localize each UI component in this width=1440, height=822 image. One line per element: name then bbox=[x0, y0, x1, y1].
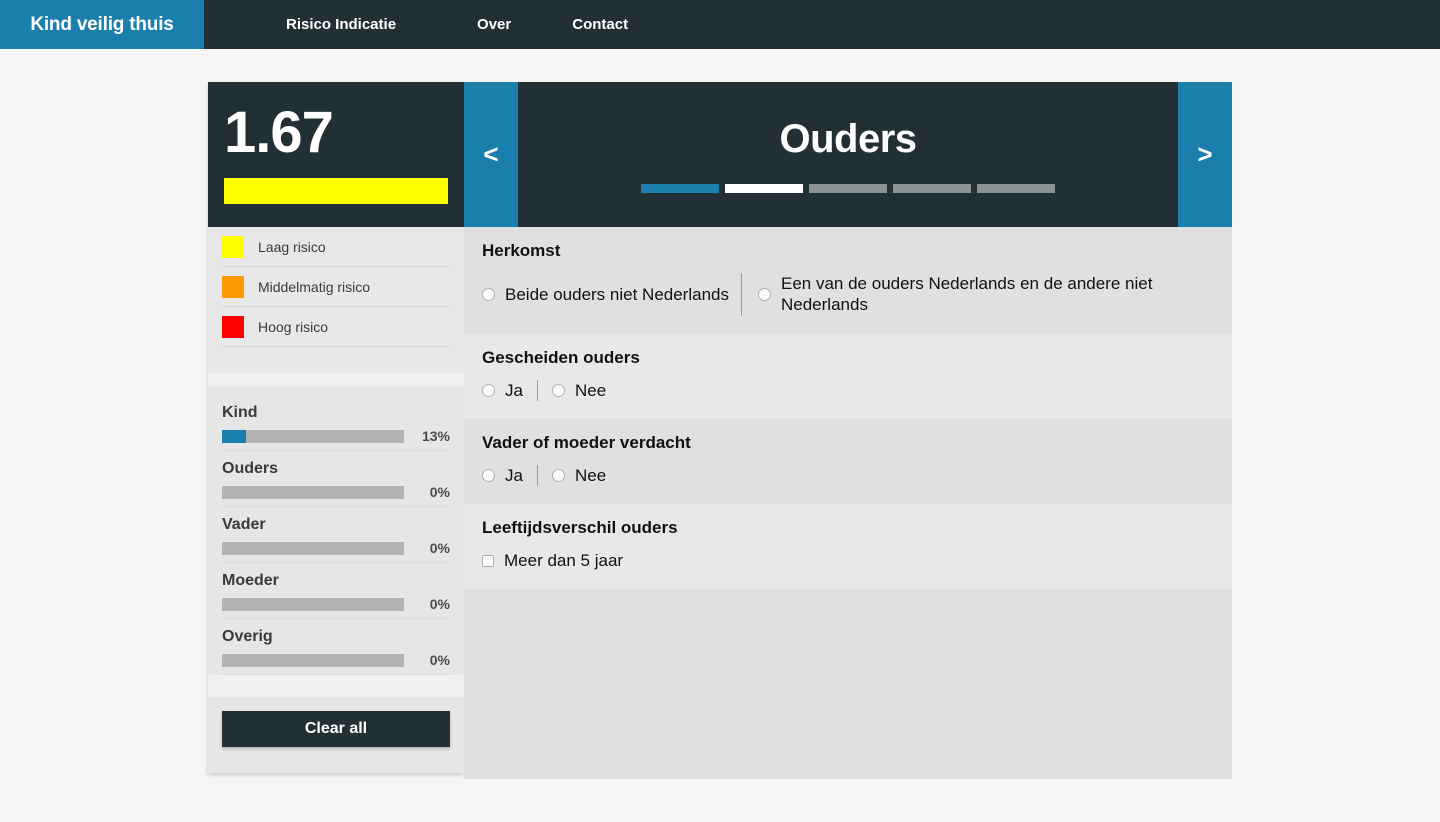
clear-all-button[interactable]: Clear all bbox=[222, 711, 450, 747]
checkbox-icon[interactable] bbox=[482, 554, 494, 567]
option-gescheiden-ouders-nee[interactable]: Nee bbox=[551, 380, 607, 401]
legend-label-middelmatig: Middelmatig risico bbox=[258, 278, 371, 295]
nav-link-contact[interactable]: Contact bbox=[572, 16, 628, 33]
option-label: Een van de ouders Nederlands en de ander… bbox=[781, 274, 1153, 315]
option-label: Meer dan 5 jaar bbox=[504, 551, 624, 570]
option-herkomst-een-van-de-ouders-nederlands[interactable]: Een van de ouders Nederlands en de ander… bbox=[758, 273, 1178, 316]
header-center: Ouders bbox=[518, 82, 1178, 227]
next-step-button[interactable]: > bbox=[1178, 82, 1232, 227]
progress-track-moeder bbox=[222, 597, 404, 611]
section-title: Ouders bbox=[779, 116, 917, 161]
progress-fill-kind bbox=[222, 429, 246, 443]
legend-spacer bbox=[222, 347, 450, 373]
question-herkomst: Herkomst Beide ouders niet Nederlands Ee… bbox=[464, 227, 1232, 334]
step-indicator-segment-3[interactable] bbox=[809, 183, 887, 193]
step-indicator-segment-4[interactable] bbox=[893, 183, 971, 193]
questionnaire-header: < Ouders > bbox=[464, 82, 1232, 227]
sidebar-divider-1 bbox=[208, 373, 464, 387]
option-label: Nee bbox=[574, 465, 607, 485]
progress-track-ouders bbox=[222, 485, 404, 499]
progress-percent-ouders: 0% bbox=[429, 484, 450, 500]
progress-item-vader: Vader 0% bbox=[222, 507, 450, 563]
form-empty-area bbox=[464, 589, 1232, 780]
question-vader-of-moeder-verdacht: Vader of moeder verdacht Ja Nee bbox=[464, 419, 1232, 504]
progress-label-kind: Kind bbox=[222, 404, 258, 421]
option-gescheiden-ouders-ja[interactable]: Ja bbox=[482, 380, 523, 401]
nav-link-over[interactable]: Over bbox=[477, 16, 511, 33]
question-gescheiden-ouders: Gescheiden ouders Ja Nee bbox=[464, 333, 1232, 419]
risk-score-bar bbox=[224, 178, 448, 204]
progress-percent-vader: 0% bbox=[429, 540, 450, 556]
progress-label-overig: Overig bbox=[222, 628, 273, 645]
progress-percent-moeder: 0% bbox=[429, 596, 450, 612]
progress-label-vader: Vader bbox=[222, 516, 266, 533]
step-indicator-segment-2[interactable] bbox=[725, 183, 803, 193]
option-leeftijdsverschil-meer-dan-5-jaar[interactable]: Meer dan 5 jaar bbox=[482, 550, 623, 571]
radio-icon[interactable] bbox=[482, 287, 495, 301]
radio-icon[interactable] bbox=[482, 468, 495, 482]
top-navigation-bar: Kind veilig thuis Risico Indicatie Over … bbox=[0, 0, 1440, 49]
radio-icon[interactable] bbox=[758, 287, 771, 301]
question-title-herkomst: Herkomst bbox=[482, 241, 561, 260]
step-indicator-segment-5[interactable] bbox=[977, 183, 1055, 193]
risk-score-panel: 1.67 bbox=[208, 82, 464, 227]
option-vader-of-moeder-verdacht-ja[interactable]: Ja bbox=[482, 465, 523, 486]
legend-item-hoog: Hoog risico bbox=[222, 307, 450, 347]
legend-item-middelmatig: Middelmatig risico bbox=[222, 267, 450, 307]
legend-swatch-orange bbox=[222, 275, 244, 298]
option-label: Beide ouders niet Nederlands bbox=[505, 284, 729, 304]
legend-swatch-red bbox=[222, 315, 244, 338]
nav-link-risico-indicatie[interactable]: Risico Indicatie bbox=[286, 16, 396, 33]
progress-track-vader bbox=[222, 541, 404, 555]
radio-icon[interactable] bbox=[482, 383, 495, 397]
previous-step-button[interactable]: < bbox=[464, 82, 518, 227]
progress-percent-overig: 0% bbox=[429, 652, 450, 668]
progress-label-moeder: Moeder bbox=[222, 572, 279, 589]
risk-score-value: 1.67 bbox=[224, 100, 334, 165]
question-title-vader-of-moeder-verdacht: Vader of moeder verdacht bbox=[482, 432, 691, 452]
questionnaire-panel: < Ouders > Herkomst Beide ouders niet Ne… bbox=[464, 82, 1232, 780]
nav-links: Risico Indicatie Over Contact bbox=[204, 0, 1440, 49]
option-separator bbox=[536, 379, 538, 401]
option-label: Ja bbox=[505, 465, 523, 485]
option-separator bbox=[536, 464, 538, 486]
option-label: Nee bbox=[574, 380, 607, 400]
radio-icon[interactable] bbox=[551, 468, 565, 482]
legend-label-hoog: Hoog risico bbox=[258, 318, 329, 335]
question-title-gescheiden-ouders: Gescheiden ouders bbox=[482, 347, 640, 367]
progress-item-ouders: Ouders 0% bbox=[222, 451, 450, 507]
option-vader-of-moeder-verdacht-nee[interactable]: Nee bbox=[551, 465, 607, 486]
question-title-leeftijdsverschil-ouders: Leeftijdsverschil ouders bbox=[482, 518, 678, 537]
progress-percent-kind: 13% bbox=[421, 428, 450, 444]
clear-all-wrapper: Clear all bbox=[208, 697, 464, 761]
brand-logo[interactable]: Kind veilig thuis bbox=[0, 0, 204, 49]
progress-item-overig: Overig 0% bbox=[222, 619, 450, 675]
progress-label-ouders: Ouders bbox=[222, 460, 279, 477]
option-separator bbox=[741, 273, 742, 316]
sidebar: 1.67 Laag risico Middelmatig risico Hoog… bbox=[208, 82, 464, 773]
step-indicator bbox=[641, 183, 1055, 193]
progress-track-kind bbox=[222, 429, 404, 443]
question-leeftijdsverschil-ouders: Leeftijdsverschil ouders Meer dan 5 jaar bbox=[464, 504, 1232, 590]
progress-item-moeder: Moeder 0% bbox=[222, 563, 450, 619]
progress-track-overig bbox=[222, 653, 404, 667]
questionnaire-form: Herkomst Beide ouders niet Nederlands Ee… bbox=[464, 227, 1232, 780]
sidebar-divider-2 bbox=[208, 675, 464, 697]
legend-item-laag: Laag risico bbox=[222, 227, 450, 267]
legend-label-laag: Laag risico bbox=[258, 238, 326, 255]
option-label: Ja bbox=[505, 380, 523, 400]
page-body: 1.67 Laag risico Middelmatig risico Hoog… bbox=[0, 49, 1440, 822]
risk-legend: Laag risico Middelmatig risico Hoog risi… bbox=[208, 227, 464, 373]
step-indicator-segment-1[interactable] bbox=[641, 183, 719, 193]
progress-item-kind: Kind 13% bbox=[222, 395, 450, 451]
option-herkomst-beide-ouders-niet-nederlands[interactable]: Beide ouders niet Nederlands bbox=[482, 273, 729, 316]
radio-icon[interactable] bbox=[551, 383, 565, 397]
legend-swatch-yellow bbox=[222, 235, 244, 258]
category-progress-list: Kind 13% Ouders 0% Vader 0% Moeder 0% Ov… bbox=[208, 387, 464, 675]
